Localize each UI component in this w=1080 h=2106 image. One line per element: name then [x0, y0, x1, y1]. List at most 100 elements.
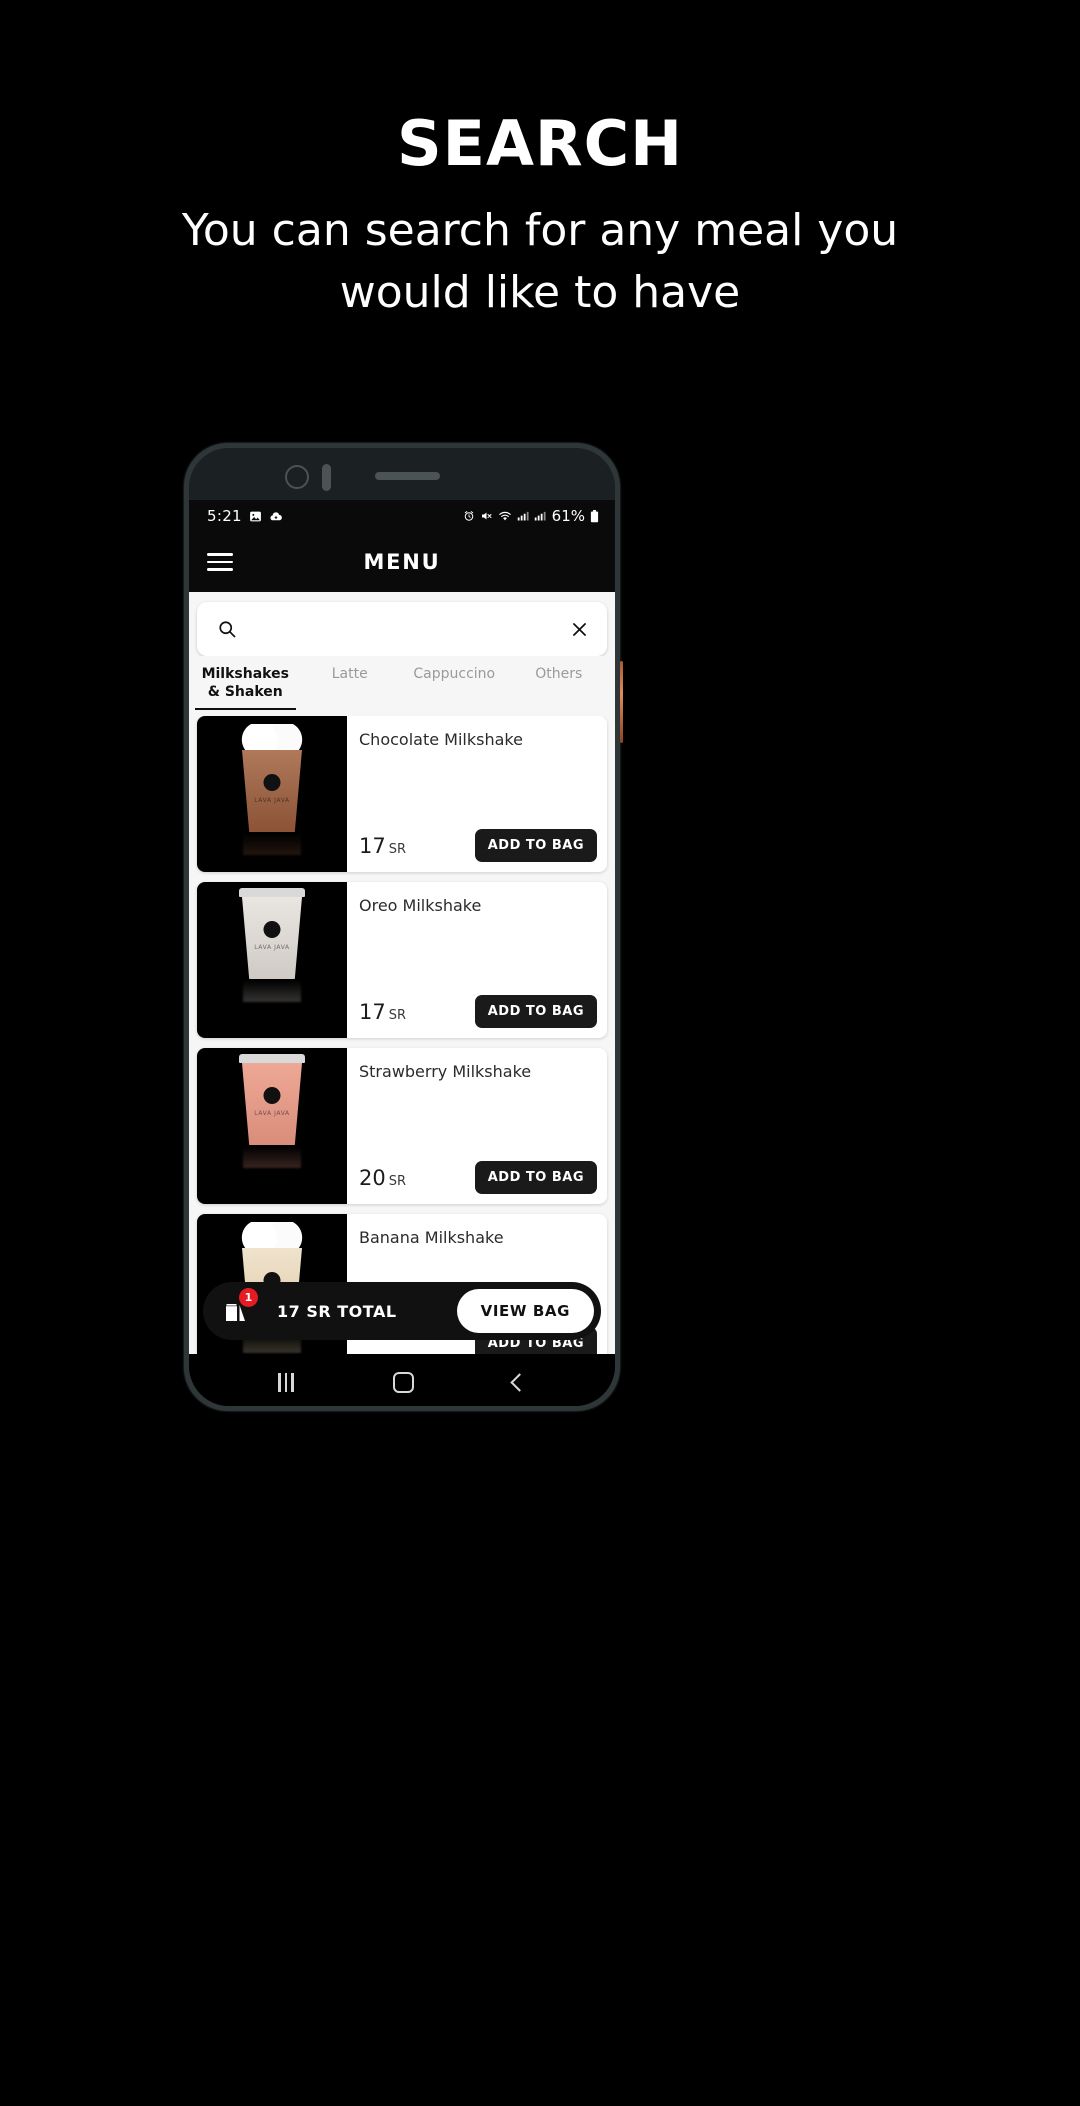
cup-lid: [239, 1054, 305, 1063]
phone-side-button[interactable]: [620, 661, 623, 743]
product-name: Chocolate Milkshake: [359, 730, 523, 749]
product-card[interactable]: LAVA JAVA Chocolate Milkshake 17 SR ADD …: [197, 716, 607, 872]
app-screen: 5:21 61% MENU Milkshakes & Shaken Latte …: [189, 500, 615, 1354]
product-footer: 17 SR ADD TO BAG: [359, 995, 597, 1028]
promo-title: SEARCH: [396, 107, 684, 180]
shopping-bag-icon: 1: [221, 1288, 258, 1325]
add-to-bag-button[interactable]: ADD TO BAG: [474, 995, 597, 1028]
cup-reflection: [243, 1146, 301, 1168]
back-icon[interactable]: [509, 1372, 529, 1392]
wifi-icon: [498, 510, 512, 522]
add-to-bag-button[interactable]: ADD TO BAG: [474, 829, 597, 862]
phone-top-bezel: [189, 448, 615, 500]
cup-brand-label: LAVA JAVA: [254, 944, 290, 951]
phone-mockup: 5:21 61% MENU Milkshakes & Shaken Latte …: [184, 443, 623, 1411]
tab-active-underline: [300, 691, 401, 693]
product-info: Chocolate Milkshake 17 SR ADD TO BAG: [347, 716, 607, 872]
cup-lid: [239, 888, 305, 897]
home-icon[interactable]: [392, 1371, 414, 1393]
recent-apps-icon[interactable]: [278, 1372, 294, 1392]
price-currency: SR: [388, 841, 407, 857]
bag-badge-count: 1: [239, 1288, 258, 1307]
status-bar-time: 5:21: [207, 507, 242, 525]
search-input[interactable]: [237, 619, 570, 639]
cup: LAVA JAVA: [242, 897, 302, 979]
search-bar[interactable]: [197, 602, 607, 656]
tab-label: Others: [535, 666, 583, 682]
page-title: MENU: [363, 550, 441, 574]
price-value: 17: [359, 833, 386, 858]
whipped-cream: [241, 1222, 303, 1248]
cup-brand-label: LAVA JAVA: [254, 797, 290, 804]
cup: LAVA JAVA: [242, 1063, 302, 1145]
status-bar-left: 5:21: [207, 507, 283, 525]
alarm-icon: [463, 510, 475, 522]
price-currency: SR: [388, 1173, 407, 1189]
signal-icon: [517, 510, 529, 522]
close-icon[interactable]: [570, 620, 589, 639]
signal-icon: [534, 510, 546, 522]
mute-icon: [480, 510, 493, 522]
price-value: 17: [359, 999, 386, 1024]
category-tabs: Milkshakes & Shaken Latte Cappuccino Oth…: [189, 656, 615, 710]
image-icon: [249, 510, 262, 523]
cup: LAVA JAVA: [242, 750, 302, 832]
promo-subtitle: You can search for any meal you would li…: [181, 205, 899, 318]
view-bag-bar[interactable]: 1 17 SR TOTAL VIEW BAG: [203, 1282, 601, 1340]
android-nav-bar: [189, 1354, 615, 1406]
product-price: 20 SR: [359, 1166, 406, 1190]
battery-icon: [590, 509, 599, 523]
drink-illustration: LAVA JAVA: [235, 888, 309, 1002]
earpiece-speaker: [375, 472, 440, 480]
sensor-icon: [322, 464, 331, 491]
product-image: LAVA JAVA: [197, 882, 347, 1038]
tab-active-underline: [404, 691, 505, 693]
page-root: SEARCH You can search for any meal you w…: [0, 0, 1080, 2106]
add-to-bag-button[interactable]: ADD TO BAG: [474, 1161, 597, 1194]
hamburger-menu-icon[interactable]: [207, 553, 233, 571]
drink-illustration: LAVA JAVA: [235, 1054, 309, 1168]
product-card[interactable]: LAVA JAVA Oreo Milkshake 17 SR ADD TO BA…: [197, 882, 607, 1038]
status-bar: 5:21 61%: [189, 500, 615, 532]
brand-logo-icon: [263, 1087, 281, 1104]
tab-milkshakes-and-shaken[interactable]: Milkshakes & Shaken: [193, 662, 298, 710]
content-area: Milkshakes & Shaken Latte Cappuccino Oth…: [189, 592, 615, 1354]
product-info: Strawberry Milkshake 20 SR ADD TO BAG: [347, 1048, 607, 1204]
drink-illustration: LAVA JAVA: [235, 724, 309, 855]
product-price: 17 SR: [359, 834, 406, 858]
tab-others[interactable]: Others: [507, 662, 612, 693]
product-info: Oreo Milkshake 17 SR ADD TO BAG: [347, 882, 607, 1038]
product-card[interactable]: LAVA JAVA Strawberry Milkshake 20 SR ADD…: [197, 1048, 607, 1204]
tab-active-underline: [509, 691, 610, 693]
tab-latte[interactable]: Latte: [298, 662, 403, 693]
product-image: LAVA JAVA: [197, 1048, 347, 1204]
app-bar: MENU: [189, 532, 615, 592]
product-name: Banana Milkshake: [359, 1228, 504, 1247]
whipped-cream: [241, 724, 303, 750]
price-value: 20: [359, 1165, 386, 1190]
cup-brand-label: LAVA JAVA: [254, 1110, 290, 1117]
cloud-download-icon: [269, 510, 283, 523]
tab-label: Cappuccino: [413, 666, 496, 682]
bag-total-label: 17 SR TOTAL: [277, 1301, 397, 1321]
product-footer: 20 SR ADD TO BAG: [359, 1161, 597, 1194]
tab-label: Milkshakes & Shaken: [201, 666, 289, 700]
tab-label: Latte: [331, 666, 368, 682]
front-camera-icon: [285, 465, 309, 489]
status-bar-right: 61%: [463, 507, 599, 525]
tab-cappuccino[interactable]: Cappuccino: [402, 662, 507, 693]
search-icon: [217, 619, 237, 639]
view-bag-button[interactable]: VIEW BAG: [456, 1289, 594, 1333]
cup-reflection: [243, 980, 301, 1002]
brand-logo-icon: [263, 774, 281, 791]
price-currency: SR: [388, 1007, 407, 1023]
battery-percent-label: 61%: [551, 507, 585, 525]
product-footer: 17 SR ADD TO BAG: [359, 829, 597, 862]
product-image: LAVA JAVA: [197, 716, 347, 872]
product-list[interactable]: LAVA JAVA Chocolate Milkshake 17 SR ADD …: [189, 716, 615, 1354]
tab-active-underline: [195, 708, 296, 710]
brand-logo-icon: [263, 921, 281, 938]
product-price: 17 SR: [359, 1000, 406, 1024]
cup-reflection: [243, 833, 301, 855]
promo-block: SEARCH You can search for any meal you w…: [0, 107, 1080, 323]
